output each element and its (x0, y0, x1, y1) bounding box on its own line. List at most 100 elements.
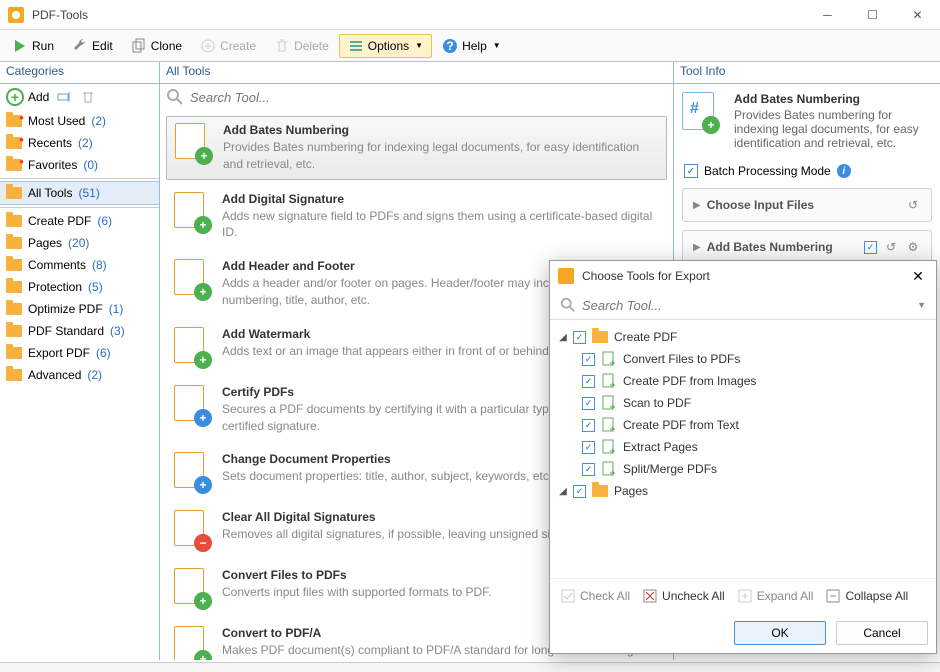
checkbox-icon[interactable]: ✓ (864, 241, 877, 254)
options-button[interactable]: Options ▼ (339, 34, 432, 58)
tree-item[interactable]: ✓ Split/Merge PDFs (554, 458, 932, 480)
category-favorites[interactable]: Favorites (0) (0, 154, 159, 176)
clone-icon (131, 38, 147, 54)
category-pages[interactable]: Pages (20) (0, 232, 159, 254)
ok-button[interactable]: OK (734, 621, 826, 645)
run-button[interactable]: Run (4, 35, 62, 57)
category-all-tools[interactable]: All Tools (51) (0, 181, 159, 205)
chevron-right-icon: ▶ (693, 200, 701, 211)
maximize-button[interactable]: ☐ (850, 0, 895, 30)
cancel-button[interactable]: Cancel (836, 621, 928, 645)
checkbox-icon[interactable]: ✓ (582, 375, 595, 388)
tool-name: Add Bates Numbering (223, 123, 660, 137)
dialog-tree[interactable]: ◢ ✓ Create PDF ✓ Convert Files to PDFs ✓Cr… (550, 320, 936, 578)
chevron-down-icon[interactable]: ▼ (917, 300, 926, 310)
tool-name: Change Document Properties (222, 452, 552, 466)
gear-icon[interactable]: ⚙ (905, 239, 921, 255)
tool-icon (600, 417, 618, 433)
expand-all-icon (737, 588, 753, 604)
tool-icon: + (172, 626, 212, 660)
batch-mode-toggle[interactable]: ✓ Batch Processing Mode i (674, 158, 940, 184)
dialog-close-button[interactable]: ✕ (908, 266, 928, 286)
tool-item[interactable]: +Add Bates NumberingProvides Bates numbe… (166, 116, 667, 180)
checkbox-icon[interactable]: ✓ (582, 397, 595, 410)
category-most-used[interactable]: Most Used (2) (0, 110, 159, 132)
plus-icon: + (6, 88, 24, 106)
delete-category-icon[interactable] (79, 88, 97, 106)
tree-group-create-pdf[interactable]: ◢ ✓ Create PDF (554, 326, 932, 348)
tool-info-header: Tool Info (674, 62, 940, 84)
dialog-search-input[interactable] (582, 298, 911, 313)
edit-button[interactable]: Edit (64, 35, 121, 57)
collapse-icon[interactable]: ◢ (558, 486, 568, 497)
category-export-pdf[interactable]: Export PDF (6) (0, 342, 159, 364)
reset-icon[interactable]: ↺ (883, 239, 899, 255)
info-icon[interactable]: i (837, 164, 851, 178)
checkbox-icon[interactable]: ✓ (573, 485, 586, 498)
tool-info-desc: Provides Bates numbering for indexing le… (734, 108, 932, 150)
tools-header: All Tools (160, 62, 673, 84)
clone-button[interactable]: Clone (123, 35, 190, 57)
svg-text:?: ? (446, 39, 453, 53)
tree-item[interactable]: ✓Extract Pages (554, 436, 932, 458)
tool-item[interactable]: +Add Digital SignatureAdds new signature… (166, 186, 667, 248)
category-protection[interactable]: Protection (5) (0, 276, 159, 298)
help-icon: ? (442, 38, 458, 54)
chevron-right-icon: ▶ (693, 242, 701, 253)
search-icon (560, 297, 576, 313)
check-all-button: Check All (556, 585, 634, 607)
uncheck-all-icon (642, 588, 658, 604)
tool-name: Add Digital Signature (222, 192, 661, 206)
create-button[interactable]: Create (192, 35, 264, 57)
tree-item[interactable]: ✓Create PDF from Text (554, 414, 932, 436)
checkbox-icon[interactable]: ✓ (582, 353, 595, 366)
collapse-all-button[interactable]: Collapse All (821, 585, 912, 607)
options-icon (348, 38, 364, 54)
tree-item-label: Scan to PDF (623, 396, 691, 410)
folder-icon (6, 215, 22, 227)
help-button[interactable]: ? Help ▼ (434, 35, 509, 57)
folder-icon (6, 237, 22, 249)
tree-item-label: Convert Files to PDFs (623, 352, 740, 366)
close-button[interactable]: ✕ (895, 0, 940, 30)
add-category-button[interactable]: + Add (6, 88, 49, 106)
search-input[interactable] (190, 90, 667, 105)
uncheck-all-button[interactable]: Uncheck All (638, 585, 729, 607)
tree-group-pages[interactable]: ◢ ✓ Pages (554, 480, 932, 502)
tool-desc: Adds text or an image that appears eithe… (222, 343, 595, 360)
choose-input-section[interactable]: ▶ Choose Input Files ↺ (682, 188, 932, 222)
tool-action-section[interactable]: ▶ Add Bates Numbering ✓ ↺ ⚙ (682, 230, 932, 264)
tool-name: Add Watermark (222, 327, 595, 341)
trash-icon (274, 38, 290, 54)
checkbox-icon: ✓ (684, 164, 698, 178)
checkbox-icon[interactable]: ✓ (582, 441, 595, 454)
checkbox-icon[interactable]: ✓ (582, 463, 595, 476)
delete-button[interactable]: Delete (266, 35, 337, 57)
category-create-pdf[interactable]: Create PDF (6) (0, 210, 159, 232)
checkbox-icon[interactable]: ✓ (573, 331, 586, 344)
tree-item[interactable]: ✓ Convert Files to PDFs (554, 348, 932, 370)
category-comments[interactable]: Comments (8) (0, 254, 159, 276)
category-recents[interactable]: Recents (2) (0, 132, 159, 154)
status-bar (0, 662, 940, 672)
tool-icon: + (172, 259, 212, 299)
category-list: Most Used (2) Recents (2) Favorites (0) … (0, 110, 159, 660)
category-optimize-pdf[interactable]: Optimize PDF (1) (0, 298, 159, 320)
tool-icon: + (172, 327, 212, 367)
category-pdf-standard[interactable]: PDF Standard (3) (0, 320, 159, 342)
tree-item[interactable]: ✓ Scan to PDF (554, 392, 932, 414)
tool-icon (600, 351, 618, 367)
checkbox-icon[interactable]: ✓ (582, 419, 595, 432)
collapse-icon[interactable]: ◢ (558, 332, 568, 343)
category-advanced[interactable]: Advanced (2) (0, 364, 159, 386)
title-bar: PDF-Tools ─ ☐ ✕ (0, 0, 940, 30)
tool-icon: + (173, 123, 213, 163)
tree-item-label: Split/Merge PDFs (623, 462, 717, 476)
tree-item[interactable]: ✓Create PDF from Images (554, 370, 932, 392)
reset-icon[interactable]: ↺ (905, 197, 921, 213)
tool-icon (600, 395, 618, 411)
categories-header: Categories (0, 62, 159, 84)
rename-icon[interactable] (55, 88, 73, 106)
tool-name: Convert Files to PDFs (222, 568, 491, 582)
minimize-button[interactable]: ─ (805, 0, 850, 30)
